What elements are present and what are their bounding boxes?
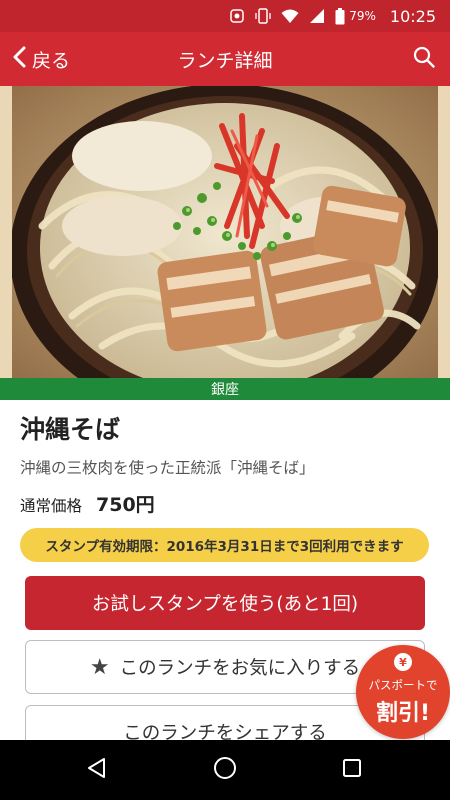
system-nav-bar: [0, 740, 450, 800]
wifi-icon: [281, 8, 299, 24]
hero-left-border: [0, 86, 12, 378]
star-icon: ★: [89, 654, 110, 680]
passport-badge-label: パスポートで: [368, 678, 438, 692]
chevron-left-icon: [12, 46, 26, 73]
price-label: 通常価格: [20, 497, 83, 515]
nav-back-button[interactable]: [67, 740, 127, 800]
dish-photo: [12, 86, 438, 378]
nav-recents-button[interactable]: [322, 740, 382, 800]
hero-right-border: [438, 86, 450, 378]
square-recents-icon: [342, 758, 362, 782]
app-bar: 戻る ランチ詳細: [0, 32, 450, 86]
price-value: 750円: [96, 494, 155, 516]
battery-percent: 79%: [349, 9, 376, 23]
vibrate-icon: [255, 8, 271, 24]
area-label: 銀座: [0, 378, 450, 400]
passport-discount-badge[interactable]: ¥ パスポートで 割引!: [356, 645, 450, 739]
back-button[interactable]: 戻る: [12, 32, 70, 86]
passport-badge-discount: 割引!: [375, 701, 431, 726]
circle-home-icon: [213, 756, 237, 784]
search-button[interactable]: [412, 32, 436, 86]
use-stamp-button[interactable]: お試しスタンプを使う(あと1回): [25, 576, 425, 630]
clock: 10:25: [389, 6, 436, 26]
lunch-description: 沖縄の三枚肉を使った正統派「沖縄そば」: [20, 459, 315, 477]
favorite-label: このランチをお気に入りする: [119, 658, 361, 679]
notification-icon: [229, 8, 245, 24]
yen-icon: ¥: [394, 653, 412, 671]
use-stamp-label: お試しスタンプを使う(あと1回): [91, 594, 359, 615]
search-icon: [412, 45, 436, 73]
price-row: 通常価格 750円: [20, 490, 155, 517]
lunch-name: 沖縄そば: [20, 415, 121, 444]
stamp-expiry-notice: スタンプ有効期限：2016年3月31日まで3回利用できます: [20, 528, 429, 562]
battery-icon: [335, 7, 345, 25]
signal-icon: [309, 8, 325, 24]
status-bar: 79% 10:25: [0, 0, 450, 32]
triangle-back-icon: [86, 757, 108, 783]
nav-home-button[interactable]: [195, 740, 255, 800]
back-label: 戻る: [32, 49, 71, 72]
